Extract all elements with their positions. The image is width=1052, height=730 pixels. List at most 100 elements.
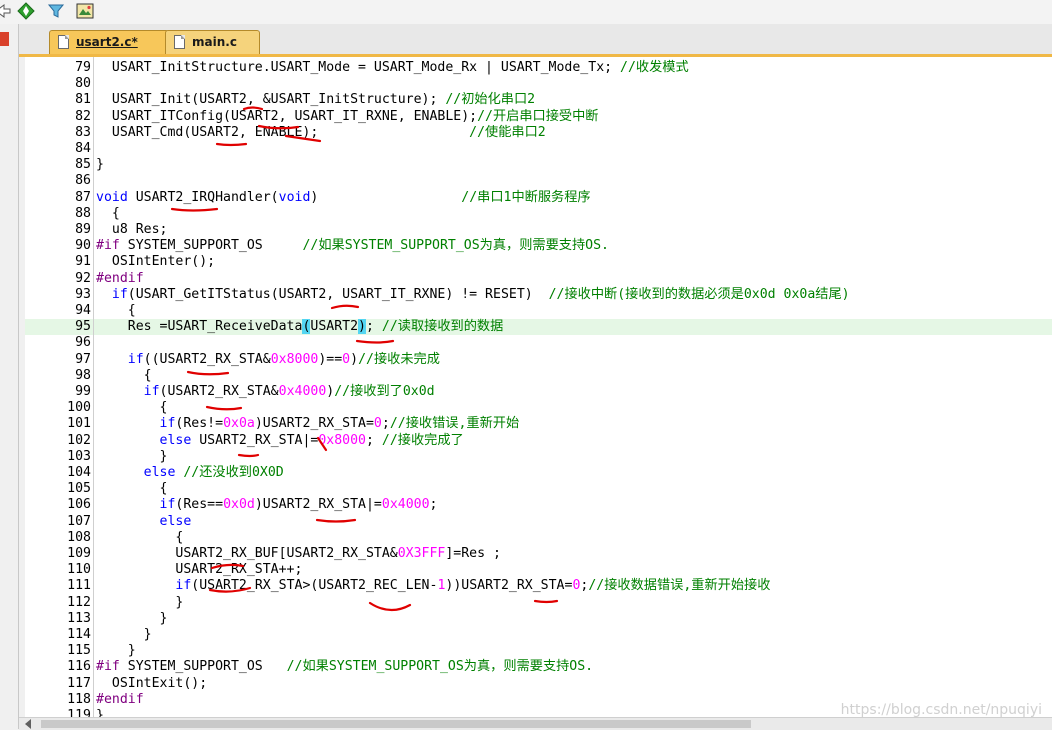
code-line[interactable]: 83 USART_Cmd(USART2, ENABLE); //使能串口2	[25, 125, 1052, 141]
arrow-icon[interactable]	[0, 2, 12, 20]
code-token: USART_InitStructure.USART_Mode = USART_M…	[96, 60, 621, 75]
code-token: {	[96, 303, 136, 318]
code-text: }	[96, 448, 168, 465]
code-line[interactable]: 79 USART_InitStructure.USART_Mode = USAR…	[25, 60, 1052, 76]
code-line[interactable]: 109 USART2_RX_BUF[USART2_RX_STA&0X3FFF]=…	[25, 546, 1052, 562]
scroll-left-icon[interactable]	[25, 719, 31, 729]
code-line[interactable]: 92 #endif	[25, 271, 1052, 287]
code-text: {	[96, 400, 168, 416]
code-line[interactable]: 106 if(Res==0x0d)USART2_RX_STA|=0x4000;	[25, 497, 1052, 513]
tab-usart2-c[interactable]: usart2.c*	[49, 30, 169, 55]
code-line[interactable]: 99 if(USART2_RX_STA&0x4000)//接收到了0x0d	[25, 384, 1052, 400]
code-line[interactable]: 84	[25, 141, 1052, 157]
code-line[interactable]: 85}	[25, 157, 1052, 173]
line-number: 82	[75, 108, 91, 124]
code-line[interactable]: 87 void USART2_IRQHandler(void) //串口1中断服务…	[25, 190, 1052, 206]
code-text: USART2_RX_BUF[USART2_RX_STA&0X3FFF]=Res …	[96, 546, 501, 562]
code-token: //读取接收到的数据	[381, 319, 504, 335]
code-text: USART_ITConfig(USART2, USART_IT_RXNE, EN…	[96, 109, 599, 125]
code-line[interactable]: 86	[25, 173, 1052, 189]
tab-main-c[interactable]: main.c	[165, 30, 260, 55]
code-line[interactable]: 97 if((USART2_RX_STA&0x8000)==0)//接收未完成	[25, 352, 1052, 368]
code-text: else USART2_RX_STA|=0x8000; //接收完成了	[96, 433, 464, 449]
code-token: if	[143, 384, 160, 399]
code-line[interactable]: 90 #if SYSTEM_SUPPORT_OS //如果SYSTEM_SUPPO…	[25, 238, 1052, 254]
code-line[interactable]: 80	[25, 76, 1052, 92]
code-line[interactable]: 82 USART_ITConfig(USART2, USART_IT_RXNE,…	[25, 109, 1052, 125]
code-token: {	[96, 481, 168, 497]
code-text: {	[96, 481, 168, 497]
code-text: Res =USART_ReceiveData(USART2); //读取接收到的…	[96, 319, 503, 335]
code-line[interactable]: 110 USART2_RX_STA++;	[25, 562, 1052, 578]
code-token: )	[350, 351, 359, 367]
code-line[interactable]: 117 OSIntExit();	[25, 676, 1052, 692]
code-token: {	[96, 205, 120, 221]
scrollbar-thumb[interactable]	[41, 720, 751, 728]
diamond-arrows-icon[interactable]	[17, 2, 35, 20]
code-token: )==	[318, 351, 343, 367]
code-line[interactable]: 81 USART_Init(USART2, &USART_InitStructu…	[25, 92, 1052, 108]
code-line[interactable]: 96	[25, 335, 1052, 351]
code-line[interactable]: 95 Res =USART_ReceiveData(USART2); //读取接…	[25, 319, 1052, 336]
code-line[interactable]: 107 else	[25, 514, 1052, 530]
code-text: u8 Res;	[96, 222, 168, 238]
code-text: }	[96, 643, 136, 659]
code-line[interactable]: 108 {	[25, 530, 1052, 546]
line-number: 87	[75, 189, 91, 205]
code-line[interactable]: 111 if(USART2_RX_STA>(USART2_REC_LEN-1))…	[25, 578, 1052, 594]
code-token: Res =USART_ReceiveData	[96, 319, 303, 335]
code-token: USART_ITConfig(USART2, USART_IT_RXNE, EN…	[96, 108, 478, 124]
code-token: 0x0a	[223, 416, 255, 432]
code-text: if((USART2_RX_STA&0x8000)==0)//接收未完成	[96, 352, 440, 368]
code-token: //接收到了0x0d	[334, 384, 435, 399]
code-token: if	[159, 497, 176, 513]
code-token: (USART_GetITStatus(USART2, USART_IT_RXNE…	[127, 286, 549, 302]
code-token: if	[127, 351, 144, 367]
code-token: USART2_IRQHandler(	[127, 189, 279, 205]
code-line[interactable]: 102 else USART2_RX_STA|=0x8000; //接收完成了	[25, 433, 1052, 449]
code-token: }	[96, 448, 168, 464]
code-text: #if SYSTEM_SUPPORT_OS //如果SYSTEM_SUPPORT…	[96, 238, 609, 254]
tab-label: usart2.c*	[76, 35, 138, 49]
code-text: #if SYSTEM_SUPPORT_OS //如果SYSTEM_SUPPORT…	[96, 659, 593, 675]
code-token: 0x4000	[381, 497, 430, 513]
code-line[interactable]: 103 }	[25, 449, 1052, 465]
code-line[interactable]: 105 {	[25, 481, 1052, 497]
code-line[interactable]: 115 }	[25, 643, 1052, 659]
code-line[interactable]: 116 #if SYSTEM_SUPPORT_OS //如果SYSTEM_SUPP…	[25, 659, 1052, 675]
code-token: void	[96, 189, 128, 205]
code-token: }	[96, 708, 104, 717]
code-editor[interactable]: 79 USART_InitStructure.USART_Mode = USAR…	[25, 57, 1052, 717]
code-line[interactable]: 98 {	[25, 368, 1052, 384]
code-line[interactable]: 112 }	[25, 595, 1052, 611]
funnel-icon[interactable]	[47, 2, 65, 20]
code-token: USART_Cmd(USART2, ENABLE);	[96, 124, 470, 140]
code-token: 0	[342, 351, 351, 367]
line-number: 83	[75, 124, 91, 140]
code-line[interactable]: 91 OSIntEnter();	[25, 254, 1052, 270]
code-line[interactable]: 100 {	[25, 400, 1052, 416]
code-token: //如果SYSTEM_SUPPORT_OS为真，则需要支持OS.	[286, 659, 594, 675]
code-token: //如果SYSTEM_SUPPORT_OS为真，则需要支持OS.	[302, 238, 609, 254]
code-token: (USART2_RX_STA&	[159, 384, 279, 399]
code-line[interactable]: 113 }	[25, 611, 1052, 627]
code-line[interactable]: 88 {	[25, 206, 1052, 222]
horizontal-scrollbar[interactable]	[19, 717, 1052, 730]
code-text: void USART2_IRQHandler(void) //串口1中断服务程序	[96, 190, 591, 206]
code-token: USART_Init(USART2, &USART_InitStructure)…	[96, 92, 446, 108]
code-token: 0x0d	[223, 497, 255, 513]
code-line[interactable]: 101 if(Res!=0x0a)USART2_RX_STA=0;//接收错误,…	[25, 416, 1052, 432]
file-icon	[58, 35, 69, 49]
grid-image-icon[interactable]	[76, 2, 94, 20]
code-line[interactable]: 104 else //还没收到0X0D	[25, 465, 1052, 481]
code-line[interactable]: 93 if(USART_GetITStatus(USART2, USART_IT…	[25, 287, 1052, 303]
line-number: 80	[75, 76, 91, 92]
code-text: else	[96, 514, 192, 530]
code-line[interactable]: 94 {	[25, 303, 1052, 319]
code-line[interactable]: 114 }	[25, 627, 1052, 643]
code-line[interactable]: 89 u8 Res;	[25, 222, 1052, 238]
line-number: 106	[67, 497, 91, 513]
